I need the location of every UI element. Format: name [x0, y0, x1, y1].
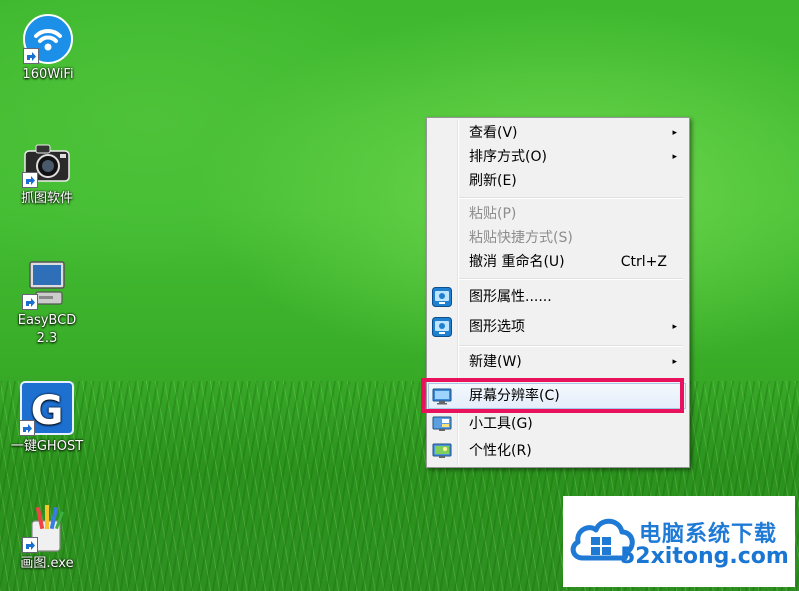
menu-item-label: 粘贴快捷方式(S): [469, 230, 573, 246]
svg-text:G: G: [31, 388, 64, 434]
menu-item-label: 个性化(R): [469, 443, 532, 459]
shortcut-arrow-icon: [23, 48, 39, 64]
desktop-icon-label: 160WiFi: [22, 67, 74, 82]
menu-item-label: 图形选项: [469, 319, 525, 335]
desktop-icon-label: 一键GHOST: [10, 439, 84, 454]
menu-separator: [459, 278, 683, 280]
gadgets-icon: [432, 414, 452, 434]
menu-item-refresh[interactable]: 刷新(E): [429, 169, 685, 193]
desktop-icon-ghost[interactable]: G 一键GHOST: [2, 380, 92, 456]
intel-graphics-icon: [432, 317, 452, 337]
menu-item-label: 图形属性......: [469, 289, 552, 305]
menu-item-label: 新建(W): [469, 354, 522, 370]
watermark-url: 52xitong.com: [620, 544, 789, 569]
menu-item-personalize[interactable]: 个性化(R): [429, 439, 685, 463]
desktop-context-menu: 查看(V) ▸ 排序方式(O) ▸ 刷新(E) 粘贴(P) 粘贴快捷方式(S) …: [426, 117, 690, 468]
menu-item-label: 排序方式(O): [469, 149, 547, 165]
submenu-arrow-icon: ▸: [672, 128, 677, 138]
menu-item-label: 刷新(E): [469, 173, 517, 189]
submenu-arrow-icon: ▸: [672, 322, 677, 332]
menu-item-new[interactable]: 新建(W) ▸: [429, 350, 685, 374]
menu-item-graphics-properties[interactable]: 图形属性......: [429, 285, 685, 309]
menu-item-undo-rename[interactable]: 撤消 重命名(U) Ctrl+Z: [429, 250, 685, 274]
desktop-icon-easybcd[interactable]: EasyBCD 2.3: [2, 260, 92, 348]
menu-item-label: 粘贴(P): [469, 206, 517, 222]
desktop-icon-label: 抓图软件: [20, 191, 73, 206]
shortcut-arrow-icon: [22, 172, 38, 188]
shortcut-arrow-icon: [22, 294, 38, 310]
desktop-icon-label: EasyBCD: [17, 313, 77, 328]
menu-item-paste[interactable]: 粘贴(P): [429, 202, 685, 226]
menu-item-label: 撤消 重命名(U): [469, 254, 565, 270]
personalize-icon: [432, 441, 452, 461]
intel-graphics-icon: [432, 287, 452, 307]
annotation-highlight-box: [421, 378, 684, 413]
menu-item-label: 查看(V): [469, 125, 518, 141]
menu-item-view[interactable]: 查看(V) ▸: [429, 121, 685, 145]
menu-item-shortcut: Ctrl+Z: [620, 254, 667, 270]
submenu-arrow-icon: ▸: [672, 152, 677, 162]
shortcut-arrow-icon: [19, 420, 35, 436]
shortcut-arrow-icon: [22, 537, 38, 553]
desktop-icon-label: 画图.exe: [20, 556, 74, 571]
desktop-icon-label-line2: 2.3: [36, 331, 58, 346]
menu-separator: [459, 197, 683, 199]
desktop-icon-paint[interactable]: 画图.exe: [2, 503, 92, 573]
menu-item-graphics-options[interactable]: 图形选项 ▸: [429, 315, 685, 339]
menu-separator: [459, 345, 683, 347]
menu-item-sort-by[interactable]: 排序方式(O) ▸: [429, 145, 685, 169]
desktop-icon-capture-software[interactable]: 抓图软件: [2, 138, 92, 208]
menu-item-paste-shortcut[interactable]: 粘贴快捷方式(S): [429, 226, 685, 250]
watermark-logo: 电脑系统下载 52xitong.com: [563, 496, 795, 587]
submenu-arrow-icon: ▸: [672, 357, 677, 367]
menu-item-gadgets[interactable]: 小工具(G): [429, 412, 685, 436]
desktop-icon-160wifi[interactable]: 160WiFi: [3, 14, 93, 84]
menu-item-label: 小工具(G): [469, 416, 533, 432]
